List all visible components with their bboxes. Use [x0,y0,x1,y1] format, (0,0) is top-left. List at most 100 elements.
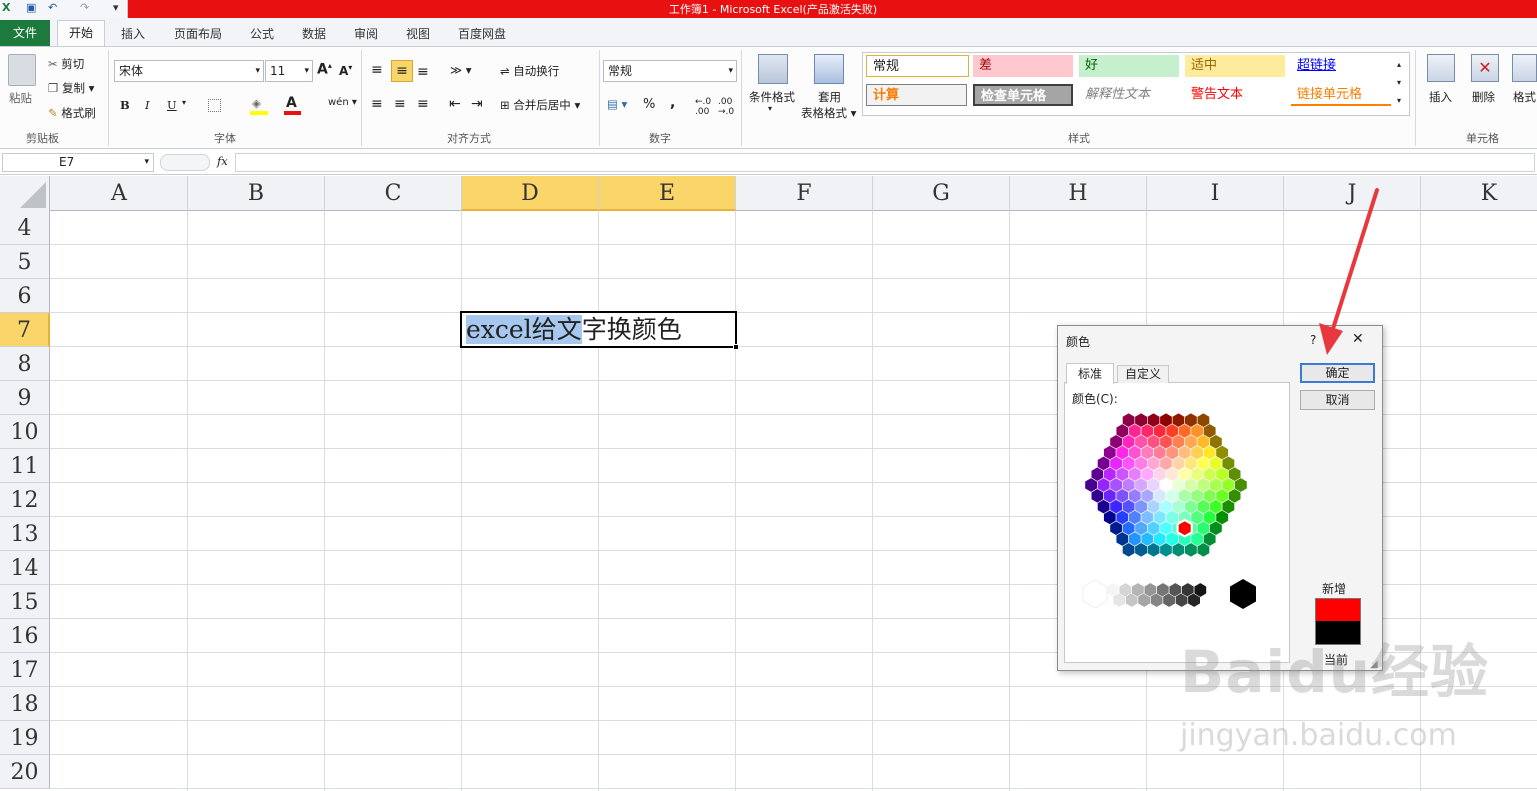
row-header-12[interactable]: 12 [0,483,50,517]
row-header-17[interactable]: 17 [0,653,50,687]
align-left-icon[interactable]: ≡ [371,96,383,112]
fill-color-icon[interactable]: ◈ [252,96,261,110]
decrease-font-icon[interactable]: A▾ [339,63,352,78]
underline-dropdown-icon[interactable]: ▾ [182,98,186,107]
orientation-icon[interactable]: ≫ ▾ [450,63,471,77]
accounting-format-icon[interactable]: ▤ ▾ [607,97,627,111]
paste-icon[interactable] [8,54,36,86]
phonetic-icon[interactable]: wén ▾ [328,97,357,108]
insert-function-icon[interactable]: fx [217,154,228,168]
delete-cells-icon[interactable]: ✕ [1471,54,1499,82]
column-header-a[interactable]: A [51,176,188,211]
style-explanatory[interactable]: 解释性文本 [1079,84,1179,106]
align-center-icon[interactable]: ≡ [394,96,406,112]
row-header-9[interactable]: 9 [0,381,50,415]
increase-decimal-icon[interactable]: ←.0.00 [695,97,711,117]
tab-insert[interactable]: 插入 [121,25,145,42]
select-all-corner[interactable] [0,176,50,211]
row-header-11[interactable]: 11 [0,449,50,483]
color-honeycomb[interactable] [1065,400,1289,620]
bold-button[interactable]: B [120,98,130,112]
style-linked-cell[interactable]: 链接单元格 [1291,84,1391,106]
active-cell-editing[interactable]: excel给文字换颜色 [460,311,737,348]
row-header-15[interactable]: 15 [0,585,50,619]
delete-cells-button[interactable]: 删除 [1472,89,1495,105]
column-header-g[interactable]: G [873,176,1010,211]
percent-button[interactable]: % [643,97,655,112]
row-header-19[interactable]: 19 [0,721,50,755]
tab-baidu-netdisk[interactable]: 百度网盘 [458,25,506,42]
align-middle-icon[interactable]: ≡ [391,60,413,82]
formula-input[interactable] [235,153,1535,172]
ok-button[interactable]: 确定 [1300,363,1375,383]
decrease-decimal-icon[interactable]: .00 →.0 [718,97,734,117]
cancel-button[interactable]: 取消 [1300,390,1375,410]
table-format-button[interactable]: 表格格式 ▾ [801,105,856,121]
column-header-i[interactable]: I [1147,176,1284,211]
black-cell[interactable] [1230,579,1256,609]
align-bottom-icon[interactable]: ≡ [417,64,429,80]
formula-bar-toggle[interactable] [160,154,210,171]
tab-view[interactable]: 视图 [406,25,430,42]
style-good[interactable]: 好 [1079,55,1179,77]
format-cells-button[interactable]: 格式 [1513,89,1536,105]
gallery-scroll-icon[interactable]: ▴ ▾ ▾ [1397,56,1401,110]
wrap-text-button[interactable]: ⇌ 自动换行 [500,63,559,79]
column-header-f[interactable]: F [736,176,873,211]
table-format-icon[interactable] [814,54,844,84]
selected-color-marker[interactable] [1176,518,1193,538]
style-calculation[interactable]: 计算 [866,84,967,106]
format-cells-icon[interactable] [1512,54,1537,82]
style-warning[interactable]: 警告文本 [1185,84,1285,106]
style-bad[interactable]: 差 [973,55,1073,77]
save-icon[interactable]: ▣ [26,1,36,14]
tab-custom[interactable]: 自定义 [1117,365,1169,383]
style-neutral[interactable]: 适中 [1185,55,1285,77]
tab-file[interactable]: 文件 [0,20,50,46]
tab-standard[interactable]: 标准 [1066,363,1114,384]
font-name-select[interactable]: 宋体 ▾ [114,60,264,82]
row-header-8[interactable]: 8 [0,347,50,381]
underline-button[interactable]: U [167,98,177,112]
align-top-icon[interactable]: ≡ [371,62,383,78]
tab-page-layout[interactable]: 页面布局 [174,25,222,42]
customize-qat-icon[interactable]: ▾ [113,1,119,14]
style-normal[interactable]: 常规 [866,55,969,77]
conditional-format-button[interactable]: 条件格式 [749,89,795,105]
comma-button[interactable]: , [670,95,675,111]
style-hyperlink[interactable]: 超链接 [1291,55,1391,77]
tab-home[interactable]: 开始 [57,20,105,47]
row-header-7[interactable]: 7 [0,313,50,347]
row-header-14[interactable]: 14 [0,551,50,585]
format-painter-button[interactable]: ✎ 格式刷 [48,105,96,121]
row-header-10[interactable]: 10 [0,415,50,449]
column-header-k[interactable]: K [1421,176,1537,211]
row-header-13[interactable]: 13 [0,517,50,551]
align-right-icon[interactable]: ≡ [417,96,429,112]
row-header-18[interactable]: 18 [0,687,50,721]
row-header-4[interactable]: 4 [0,211,50,245]
dropdown-icon[interactable]: ▾ [768,104,772,113]
name-box[interactable]: E7 ▾ [2,153,154,172]
table-format-line1[interactable]: 套用 [818,89,841,105]
tab-data[interactable]: 数据 [302,25,326,42]
italic-button[interactable]: I [145,98,150,112]
style-check-cell[interactable]: 检查单元格 [973,84,1073,106]
row-header-5[interactable]: 5 [0,245,50,279]
row-header-6[interactable]: 6 [0,279,50,313]
cut-button[interactable]: ✂ 剪切 [48,56,84,72]
column-header-c[interactable]: C [325,176,462,211]
decrease-indent-icon[interactable]: ⇤ [449,96,461,112]
border-icon[interactable] [208,99,221,112]
copy-button[interactable]: ❐ 复制 ▾ [48,80,94,96]
insert-cells-button[interactable]: 插入 [1429,89,1452,105]
redo-icon[interactable]: ↷ [80,1,89,14]
increase-indent-icon[interactable]: ⇥ [471,96,483,112]
merge-center-button[interactable]: ⊞ 合并后居中 ▾ [500,97,580,113]
fill-handle[interactable] [733,344,739,350]
increase-font-icon[interactable]: A▴ [317,61,332,78]
insert-cells-icon[interactable] [1427,54,1455,82]
white-cell[interactable] [1082,579,1108,609]
undo-icon[interactable]: ↶ [48,1,57,14]
column-header-e[interactable]: E [599,176,736,211]
